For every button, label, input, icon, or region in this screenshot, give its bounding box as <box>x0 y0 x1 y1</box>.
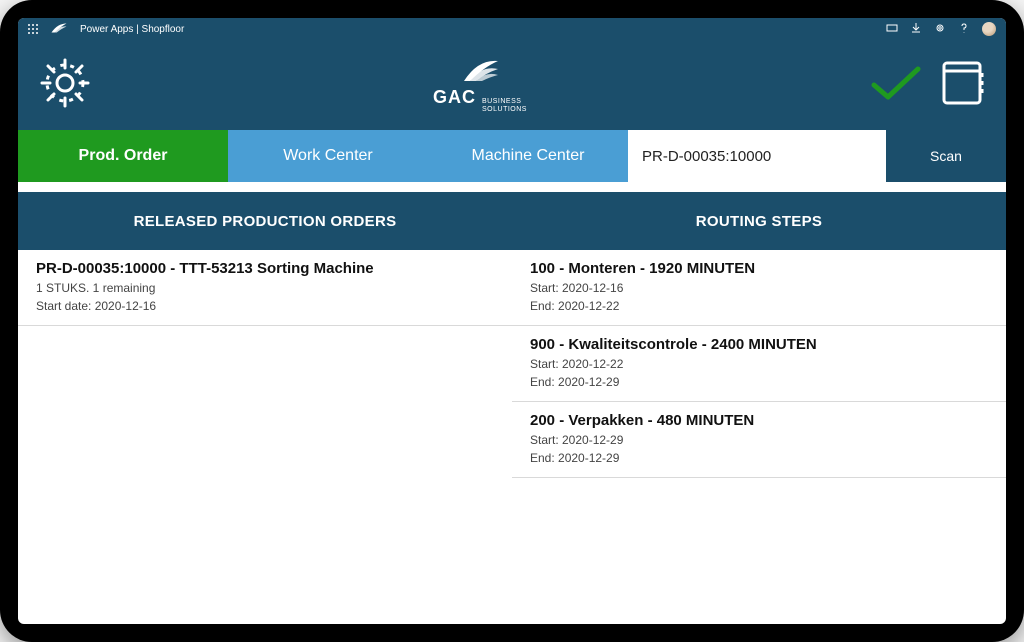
section-header-orders: RELEASED PRODUCTION ORDERS <box>18 192 512 250</box>
step-item[interactable]: 100 - Monteren - 1920 MINUTEN Start: 202… <box>512 250 1006 326</box>
order-item[interactable]: PR-D-00035:10000 - TTT-53213 Sorting Mac… <box>18 250 512 326</box>
scan-button[interactable]: Scan <box>886 130 1006 182</box>
step-title: 200 - Verpakken - 480 MINUTEN <box>530 412 988 429</box>
brand-swoosh-icon <box>50 22 68 37</box>
settings-gear-icon[interactable] <box>38 56 92 115</box>
log-book-icon[interactable] <box>940 59 986 112</box>
gear-small-icon[interactable] <box>934 22 946 37</box>
download-icon[interactable] <box>910 22 922 37</box>
search-input[interactable] <box>642 148 872 165</box>
step-end: End: 2020-12-29 <box>530 451 988 465</box>
brand-sub: BUSINESSSOLUTIONS <box>482 98 527 114</box>
step-end: End: 2020-12-22 <box>530 299 988 313</box>
breadcrumb: Power Apps | Shopfloor <box>80 24 184 35</box>
app-launcher-icon[interactable] <box>28 24 38 34</box>
tablet-frame: Power Apps | Shopfloor <box>0 0 1024 642</box>
tab-work-center[interactable]: Work Center <box>228 130 428 182</box>
search-area <box>628 130 886 182</box>
step-title: 100 - Monteren - 1920 MINUTEN <box>530 260 988 277</box>
steps-column: 100 - Monteren - 1920 MINUTEN Start: 202… <box>512 250 1006 624</box>
step-start: Start: 2020-12-22 <box>530 357 988 371</box>
section-header-steps: ROUTING STEPS <box>512 192 1006 250</box>
section-headers: RELEASED PRODUCTION ORDERS ROUTING STEPS <box>18 192 1006 250</box>
step-end: End: 2020-12-29 <box>530 375 988 389</box>
order-title: PR-D-00035:10000 - TTT-53213 Sorting Mac… <box>36 260 494 277</box>
orders-column: PR-D-00035:10000 - TTT-53213 Sorting Mac… <box>18 250 512 624</box>
avatar[interactable] <box>982 22 996 36</box>
help-icon[interactable] <box>958 22 970 37</box>
step-start: Start: 2020-12-29 <box>530 433 988 447</box>
step-title: 900 - Kwaliteitscontrole - 2400 MINUTEN <box>530 336 988 353</box>
brand-main: GAC <box>433 87 476 108</box>
step-item[interactable]: 900 - Kwaliteitscontrole - 2400 MINUTEN … <box>512 326 1006 402</box>
fit-icon[interactable] <box>886 22 898 37</box>
content-area: PR-D-00035:10000 - TTT-53213 Sorting Mac… <box>18 250 1006 624</box>
confirm-check-icon[interactable] <box>868 63 924 108</box>
top-system-bar: Power Apps | Shopfloor <box>18 18 1006 40</box>
step-item[interactable]: 200 - Verpakken - 480 MINUTEN Start: 202… <box>512 402 1006 478</box>
brand-logo: GAC BUSINESSSOLUTIONS <box>433 57 527 114</box>
app-screen: Power Apps | Shopfloor <box>18 18 1006 624</box>
step-start: Start: 2020-12-16 <box>530 281 988 295</box>
tab-prod-order[interactable]: Prod. Order <box>18 130 228 182</box>
tab-bar: Prod. Order Work Center Machine Center S… <box>18 130 1006 182</box>
tab-machine-center[interactable]: Machine Center <box>428 130 628 182</box>
order-qty: 1 STUKS. 1 remaining <box>36 281 494 295</box>
app-header: GAC BUSINESSSOLUTIONS <box>18 40 1006 130</box>
order-start: Start date: 2020-12-16 <box>36 299 494 313</box>
